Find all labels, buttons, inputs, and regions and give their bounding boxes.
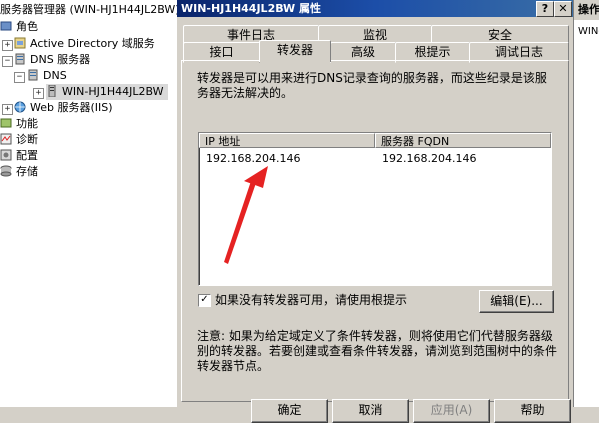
dialog-title: WIN-HJ1H44JL2BW 属性 xyxy=(181,2,321,15)
edit-button[interactable]: 编辑(E)... xyxy=(479,290,554,313)
tree-item-host[interactable]: WIN-HJ1H44JL2BW xyxy=(46,84,168,100)
close-title-button[interactable]: ✕ xyxy=(554,1,572,17)
actions-header: 操作 xyxy=(574,0,599,20)
dns-server-icon xyxy=(14,53,27,65)
tree-item-dns[interactable]: DNS xyxy=(27,68,67,84)
diagnostics-icon xyxy=(0,133,13,145)
tree-item-config[interactable]: 配置 xyxy=(0,148,38,164)
tree-config-label: 配置 xyxy=(16,149,38,162)
storage-icon xyxy=(0,165,13,177)
expand-ad-icon[interactable]: + xyxy=(2,40,13,51)
expand-host-icon[interactable]: + xyxy=(33,88,44,99)
column-header-fqdn[interactable]: 服务器 FQDN xyxy=(375,133,551,148)
tree-item-ad[interactable]: Active Directory 域服务 xyxy=(14,36,155,52)
forwarder-ip-cell[interactable]: 192.168.204.146 xyxy=(206,152,300,166)
web-server-icon xyxy=(14,101,27,113)
conditional-forwarder-note: 注意: 如果为给定域定义了条件转发器，则将使用它们代替服务器级别的转发器。若要创… xyxy=(197,329,558,373)
forwarders-description: 转发器是可以用来进行DNS记录查询的服务器，而这些纪录是该服务器无法解决的。 xyxy=(197,71,547,100)
ok-button[interactable]: 确定 xyxy=(251,399,328,423)
console-tree: 服务器管理器 (WIN-HJ1H44JL2BW) 角色 + Active Dir… xyxy=(0,0,178,407)
dialog-titlebar[interactable]: WIN-HJ1H44JL2BW 属性 ? ✕ xyxy=(177,0,573,17)
tree-dns-server-label: DNS 服务器 xyxy=(30,53,91,66)
tree-root-label: 服务器管理器 (WIN-HJ1H44JL2BW) xyxy=(0,3,178,16)
tree-item-roles[interactable]: 角色 xyxy=(0,19,38,35)
tree-roles-label: 角色 xyxy=(16,20,38,33)
config-icon xyxy=(0,149,13,161)
column-header-ip[interactable]: IP 地址 xyxy=(199,133,375,148)
collapse-dns-server-icon[interactable]: − xyxy=(2,56,13,67)
tree-host-label: WIN-HJ1H44JL2BW xyxy=(62,85,164,98)
use-root-hints-checkbox[interactable]: ✓ xyxy=(198,294,211,307)
actions-pane: 操作 WIN- xyxy=(573,0,599,407)
roles-icon xyxy=(0,20,13,32)
cancel-button[interactable]: 取消 xyxy=(332,399,409,423)
tree-item-root[interactable]: 服务器管理器 (WIN-HJ1H44JL2BW) xyxy=(0,2,178,18)
tree-item-dns-server[interactable]: DNS 服务器 xyxy=(14,52,90,68)
tree-storage-label: 存储 xyxy=(16,165,38,178)
actions-item[interactable]: WIN- xyxy=(578,26,599,37)
tree-item-storage[interactable]: 存储 xyxy=(0,164,38,180)
tree-item-web[interactable]: Web 服务器(IIS) xyxy=(14,100,113,116)
use-root-hints-label: 如果没有转发器可用，请使用根提示 xyxy=(215,293,408,307)
apply-button[interactable]: 应用(A) xyxy=(413,399,490,423)
tree-ad-label: Active Directory 域服务 xyxy=(30,37,155,50)
tree-item-diagnostics[interactable]: 诊断 xyxy=(0,132,38,148)
active-directory-icon xyxy=(14,37,27,49)
tree-item-features[interactable]: 功能 xyxy=(0,116,38,132)
tree-web-label: Web 服务器(IIS) xyxy=(30,101,113,114)
forwarder-fqdn-cell[interactable]: 192.168.204.146 xyxy=(382,152,476,166)
help-button[interactable]: 帮助 xyxy=(494,399,571,423)
features-icon xyxy=(0,117,13,129)
tree-dns-label: DNS xyxy=(43,69,67,82)
forwarders-list[interactable]: IP 地址 服务器 FQDN 192.168.204.146 192.168.2… xyxy=(198,132,552,286)
server-icon xyxy=(46,84,59,98)
tree-features-label: 功能 xyxy=(16,117,38,130)
expand-web-icon[interactable]: + xyxy=(2,104,13,115)
tree-diagnostics-label: 诊断 xyxy=(16,133,38,146)
collapse-dns-icon[interactable]: − xyxy=(14,72,25,83)
help-title-button[interactable]: ? xyxy=(536,1,554,17)
dns-icon xyxy=(27,69,40,81)
tab-forwarders[interactable]: 转发器 xyxy=(259,40,331,62)
